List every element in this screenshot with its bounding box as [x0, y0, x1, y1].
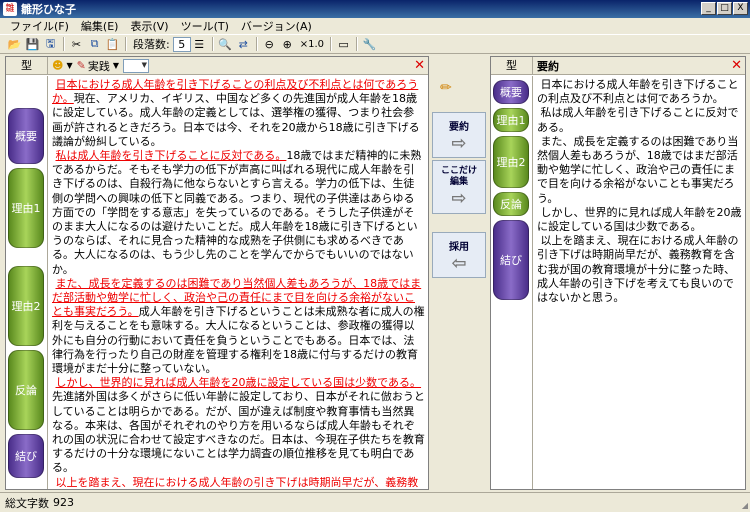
char-count-label: 総文字数: [5, 496, 49, 510]
cut-icon[interactable]: ✂: [68, 36, 85, 53]
paragraph-body: 先進諸外国は多くがさらに低い年齢に設定しており、日本がそれに倣おうとしていること…: [52, 390, 425, 475]
layout-toggle-icon[interactable]: ▭: [335, 36, 352, 53]
summary-paragraph: しかし、世界的に見れば成人年齢を20歳に設定している国は少数である。: [537, 205, 742, 234]
type-pill-conclusion[interactable]: 結び: [493, 220, 529, 300]
summary-paragraph: 以上を踏まえ、現在における成人年齢の引き下げは時期尚早だが、義務教育を含む我が国…: [537, 234, 739, 305]
summary-paragraph: 私は成人年齢を引き下げることに反対である。: [537, 106, 739, 134]
arrow-right-icon: ⇨: [451, 188, 467, 209]
find-icon[interactable]: 🔍: [217, 36, 234, 53]
summary-panel-header: 型 要約 ✕: [491, 56, 745, 75]
topic-sentence: しかし、世界的に見れば成人年齢を20歳に設定している国は少数である。: [55, 376, 422, 390]
summary-paragraph: 日本における成人年齢を引き下げることの利点及び不利点とは何であろうか。: [537, 78, 739, 106]
paragraph-count-label: 段落数:: [133, 38, 170, 51]
paragraph-layout-icon[interactable]: ☰: [191, 36, 208, 53]
type-strip: 概要 理由1 理由2 反論 結び: [6, 76, 48, 489]
pencil-icon: ✏: [440, 80, 452, 96]
action-panel: ✏ 要約 ⇨ ここだけ編集 ⇨ 採用 ⇦: [430, 56, 488, 490]
type-pill-reason2[interactable]: 理由2: [493, 136, 529, 188]
menu-view[interactable]: 表示(V): [130, 18, 168, 34]
essay-paragraph: また、成長を定義するのは困難であり当然個人差もあろうが、18歳ではまだ部活動や勉…: [52, 277, 425, 376]
essay-panel-header: 型 ☻▼ ✎実践▼ ✕: [6, 56, 428, 75]
edit-only-button[interactable]: ここだけ編集 ⇨: [432, 160, 486, 214]
essay-paragraph: 日本における成人年齢を引き下げることの利点及び不利点とは何であろうか。現在、アメ…: [52, 78, 425, 149]
open-icon[interactable]: 📂: [6, 36, 23, 53]
mode-dropdown[interactable]: ✎ 実践 ▼: [77, 58, 119, 74]
toolbar: 📂 💾 🖫 ✂ ⧉ 📋 段落数: 5 ☰ 🔍 ⇄ ⊖ ⊕ ×1.0 ▭ 🔧: [0, 34, 750, 54]
arrow-left-icon: ⇦: [451, 252, 467, 274]
summarize-button[interactable]: 要約 ⇨: [432, 112, 486, 158]
resize-grip-icon[interactable]: ◢: [742, 501, 748, 510]
emoji-dropdown[interactable]: ☻ ▼: [52, 59, 73, 72]
settings-icon[interactable]: 🔧: [361, 36, 378, 53]
summary-paragraph: また、成長を定義するのは困難であり当然個人差もあろうが、18歳ではまだ部活動や勉…: [537, 134, 739, 205]
style-select[interactable]: [123, 58, 149, 73]
chevron-down-icon: ▼: [112, 61, 119, 70]
type-pill-counter[interactable]: 反論: [493, 192, 529, 216]
type-pill-reason1[interactable]: 理由1: [493, 108, 529, 132]
paragraph-count-input[interactable]: 5: [172, 36, 191, 52]
toolbar-separator: [330, 37, 333, 51]
maximize-button[interactable]: □: [717, 2, 732, 15]
type-column-header: 型: [6, 56, 48, 75]
pencil-icon: ✎: [76, 59, 86, 72]
type-pill-overview[interactable]: 概要: [493, 80, 529, 104]
type-pill-conclusion[interactable]: 結び: [8, 434, 44, 478]
summary-text-area[interactable]: 日本における成人年齢を引き下げることの利点及び不利点とは何であろうか。 私は成人…: [537, 78, 742, 305]
paste-icon[interactable]: 📋: [104, 36, 121, 53]
type-strip: 概要 理由1 理由2 反論 結び: [491, 76, 533, 489]
paragraph-body: 18歳ではまだ精神的に未熟であるからだ。そもそも学力の低下が声高に叫ばれる現代に…: [52, 149, 422, 276]
replace-icon[interactable]: ⇄: [235, 36, 252, 53]
toolbar-separator: [63, 37, 65, 51]
toolbar-separator: [255, 37, 258, 51]
zoom-out-icon[interactable]: ⊖: [261, 36, 278, 53]
essay-text-area[interactable]: 日本における成人年齢を引き下げることの利点及び不利点とは何であろうか。現在、アメ…: [52, 78, 425, 487]
type-pill-reason1[interactable]: 理由1: [8, 168, 44, 248]
char-count-value: 923: [53, 496, 74, 509]
close-button[interactable]: X: [733, 2, 748, 15]
toolbar-separator: [356, 37, 359, 51]
paragraph-body: 現在、アメリカ、イギリス、中国など多くの先進国が成人年齢を18歳に設定している。…: [52, 92, 420, 148]
chevron-down-icon: ▼: [66, 61, 73, 70]
arrow-right-icon: ⇨: [451, 132, 467, 154]
essay-paragraph: 私は成人年齢を引き下げることに反対である。18歳ではまだ精神的に未熟であるからだ…: [52, 149, 425, 277]
type-pill-reason2[interactable]: 理由2: [8, 266, 44, 346]
menu-tools[interactable]: ツール(T): [181, 18, 229, 34]
app-icon: 雛: [3, 2, 17, 16]
menu-version[interactable]: バージョン(A): [241, 18, 312, 34]
menu-bar: ファイル(F) 編集(E) 表示(V) ツール(T) バージョン(A): [0, 18, 750, 34]
essay-paragraph: しかし、世界的に見れば成人年齢を20歳に設定している国は少数である。先進諸外国は…: [52, 376, 425, 475]
minimize-button[interactable]: _: [701, 2, 716, 15]
title-bar: 雛 雛形ひな子 _ □ X: [0, 0, 750, 18]
essay-panel: 型 ☻▼ ✎実践▼ ✕ 概要 理由1 理由2 反論 結び 日本における成人年齢を…: [5, 56, 429, 490]
summary-title: 要約: [537, 59, 559, 73]
smile-icon: ☻: [52, 59, 64, 72]
window-title: 雛形ひな子: [21, 3, 76, 16]
zoom-level: ×1.0: [299, 38, 325, 50]
summary-panel: 型 要約 ✕ 概要 理由1 理由2 反論 結び 日本における成人年齢を引き下げる…: [490, 56, 746, 490]
zoom-in-icon[interactable]: ⊕: [279, 36, 296, 53]
save-as-icon[interactable]: 🖫: [42, 36, 59, 53]
topic-sentence: 以上を踏まえ、現在における成人年齢の引き下げは時期尚早だが、義務教育を含む我が国…: [55, 475, 419, 487]
type-column-header: 型: [491, 56, 533, 75]
toolbar-separator: [211, 37, 214, 51]
save-icon[interactable]: 💾: [24, 36, 41, 53]
status-bar: 総文字数 923 ◢: [0, 492, 750, 512]
essay-paragraph: 以上を踏まえ、現在における成人年齢の引き下げは時期尚早だが、義務教育を含む我が国…: [52, 476, 425, 487]
close-icon[interactable]: ✕: [731, 58, 742, 73]
topic-sentence: 私は成人年齢を引き下げることに反対である。: [55, 149, 287, 163]
close-icon[interactable]: ✕: [414, 58, 425, 73]
menu-file[interactable]: ファイル(F): [10, 18, 69, 34]
type-pill-overview[interactable]: 概要: [8, 108, 44, 164]
adopt-button[interactable]: 採用 ⇦: [432, 232, 486, 278]
type-pill-counter[interactable]: 反論: [8, 350, 44, 430]
toolbar-separator: [125, 37, 127, 51]
menu-edit[interactable]: 編集(E): [81, 18, 119, 34]
copy-icon[interactable]: ⧉: [86, 36, 103, 53]
